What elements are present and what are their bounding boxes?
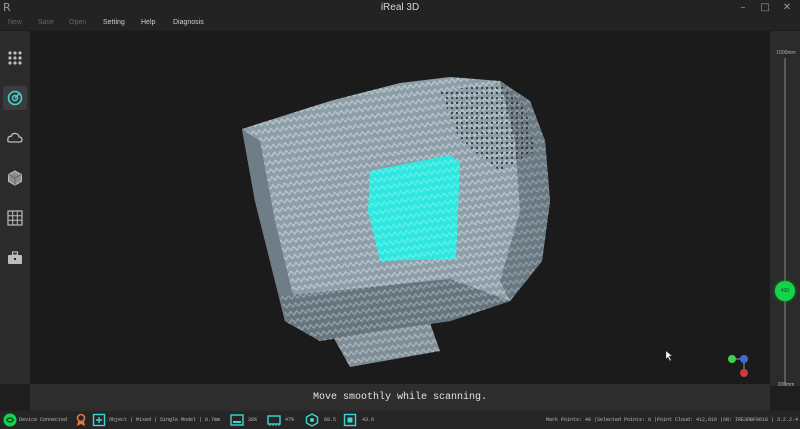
- scan-mode-text: Object | Mixed | Single Model | 0.7mm: [109, 417, 221, 423]
- sidebar-item-scan[interactable]: [3, 86, 27, 110]
- slider-knob-label: 430: [780, 287, 790, 294]
- memory-icon: [267, 415, 281, 426]
- scan-hint: Move smoothly while scanning.: [30, 384, 770, 411]
- slider-min-label: 200mm: [777, 382, 795, 388]
- toolbox-icon: [8, 251, 22, 264]
- maximize-button[interactable]: □: [754, 0, 776, 16]
- menu-setting[interactable]: Setting: [103, 17, 125, 29]
- distance-panel: 1000mm 430 200mm: [770, 31, 800, 388]
- title-bar: R iReal 3D – □ ✕: [0, 0, 800, 16]
- menu-bar: New Save Open Setting Help Diagnosis: [0, 16, 800, 30]
- status-bar: Device Connected Object | Mixed | Single…: [0, 411, 800, 429]
- storage-usage: 38%: [248, 417, 258, 423]
- sidebar-item-cloud[interactable]: [3, 126, 27, 150]
- grid-dots-icon: [8, 51, 22, 65]
- grid-table-icon: [7, 210, 23, 226]
- fps-icon: [305, 413, 319, 427]
- device-status: Device Connected: [19, 417, 68, 423]
- window-title: iReal 3D: [380, 2, 420, 13]
- axis-x-marker: [740, 369, 748, 377]
- menu-save[interactable]: Save: [38, 17, 54, 29]
- slider-max-label: 1000mm: [776, 50, 796, 56]
- sidebar-item-mesh[interactable]: [3, 166, 27, 190]
- sidebar-item-table[interactable]: [3, 206, 27, 230]
- menu-open[interactable]: Open: [69, 17, 86, 29]
- minimize-button[interactable]: –: [732, 0, 754, 16]
- distance-slider-track[interactable]: [784, 58, 786, 385]
- sidebar-item-dashboard[interactable]: [3, 46, 27, 70]
- left-toolbar: [0, 31, 30, 384]
- menu-diagnosis[interactable]: Diagnosis: [173, 17, 204, 29]
- menu-new[interactable]: New: [8, 17, 22, 29]
- distance-slider-handle[interactable]: 430: [775, 280, 795, 301]
- fps-value: 68.5: [324, 417, 337, 423]
- cloud-icon: [7, 132, 23, 143]
- memory-usage: 47%: [285, 417, 295, 423]
- storage-icon: [230, 414, 244, 426]
- sidebar-item-tools[interactable]: [3, 246, 27, 270]
- device-connected-icon: [3, 413, 17, 427]
- mesh-cube-icon: [8, 170, 22, 186]
- point-cloud-render: [242, 77, 673, 367]
- axis-gizmo: [728, 355, 748, 377]
- scan-mode-icon: [92, 413, 106, 427]
- frame-quality-icon: [343, 413, 357, 427]
- close-button[interactable]: ✕: [776, 0, 798, 16]
- scan-info: Mark Points: 40 |Selected Points: 0 |Poi…: [546, 417, 799, 423]
- scan-icon: [7, 90, 23, 106]
- axis-y-marker: [728, 355, 736, 363]
- marker-mode-icon: [76, 413, 86, 426]
- scan-viewport[interactable]: [30, 31, 770, 384]
- mouse-cursor: [665, 350, 673, 362]
- frame-quality-value: 43.6: [362, 417, 375, 423]
- menu-help[interactable]: Help: [141, 17, 155, 29]
- axis-z-marker: [740, 355, 748, 363]
